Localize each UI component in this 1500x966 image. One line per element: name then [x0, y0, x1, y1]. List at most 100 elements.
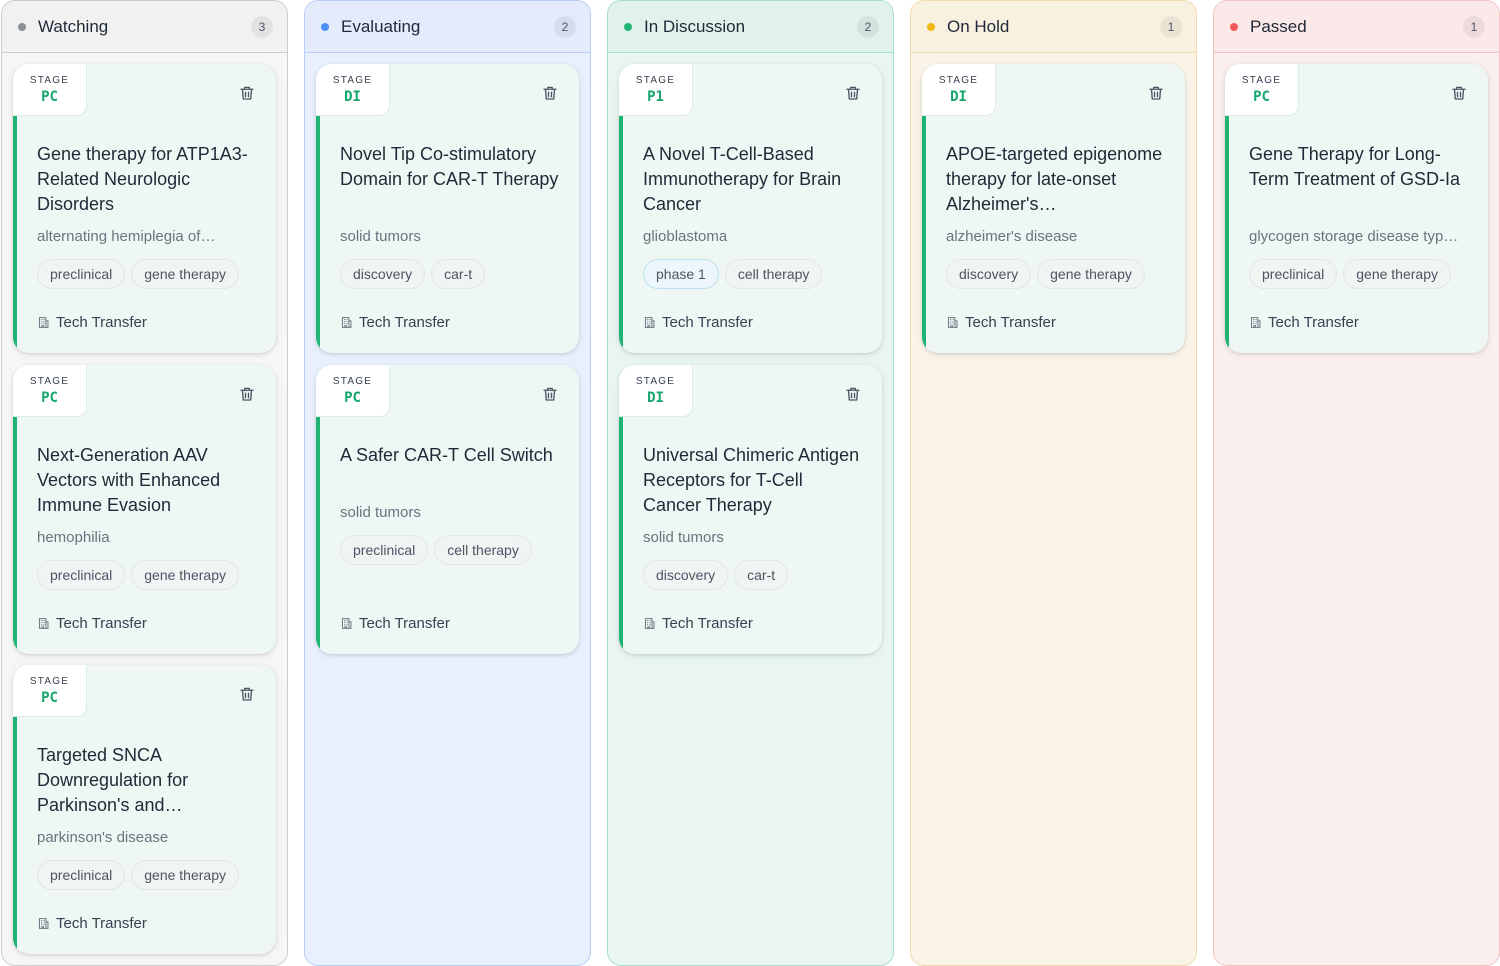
tag-list: discovery car-t: [643, 560, 789, 590]
card-title: Targeted SNCA Downregulation for Parkins…: [37, 745, 189, 815]
card-subtitle: solid tumors: [340, 504, 421, 521]
stage-value: PC: [41, 389, 58, 406]
stage-label: STAGE: [332, 74, 373, 86]
column-count-badge: 1: [1463, 15, 1485, 38]
tag-list: preclinical gene therapy: [37, 560, 239, 590]
tag-list: preclinical gene therapy: [37, 259, 239, 289]
building-icon: [643, 617, 656, 630]
card-accent-bar: [619, 116, 623, 353]
card-footer: Tech Transfer: [340, 615, 450, 632]
card-accent-bar: [316, 417, 320, 654]
tag-chip[interactable]: preclinical: [37, 259, 126, 289]
tag-chip[interactable]: discovery: [946, 259, 1032, 289]
card-subtitle: alternating hemiplegia of…: [37, 228, 216, 245]
card-footer: Tech Transfer: [946, 314, 1056, 331]
status-dot-icon: [18, 22, 26, 31]
card-accent-bar: [922, 116, 926, 353]
tag-chip[interactable]: cell therapy: [724, 259, 823, 289]
source-label: Tech Transfer: [662, 314, 753, 331]
tag-list: phase 1 cell therapy: [643, 259, 823, 289]
card-footer: Tech Transfer: [643, 615, 753, 632]
tag-chip[interactable]: preclinical: [340, 535, 429, 565]
card-footer: Tech Transfer: [340, 314, 450, 331]
tag-chip[interactable]: discovery: [643, 560, 729, 590]
column-header: In Discussion 2: [608, 1, 893, 53]
card-footer: Tech Transfer: [37, 314, 147, 331]
trash-icon[interactable]: [1450, 84, 1468, 102]
tag-chip[interactable]: cell therapy: [434, 535, 532, 565]
column-header: On Hold 1: [911, 1, 1196, 53]
card-subtitle: glioblastoma: [643, 228, 728, 245]
deal-card[interactable]: STAGE DI Novel Tip Co-stimulatory Domain f…: [316, 64, 579, 353]
source-label: Tech Transfer: [965, 314, 1056, 331]
trash-icon[interactable]: [238, 685, 256, 703]
tag-chip[interactable]: gene therapy: [131, 560, 239, 590]
tag-chip[interactable]: gene therapy: [1037, 259, 1145, 289]
stage-label: STAGE: [635, 375, 676, 387]
tag-chip[interactable]: preclinical: [37, 560, 126, 590]
deal-card[interactable]: STAGE PC Targeted SNCA Downregulation for …: [13, 665, 276, 954]
trash-icon[interactable]: [541, 385, 559, 403]
tag-list: discovery gene therapy: [946, 259, 1145, 289]
card-accent-bar: [13, 417, 17, 654]
card-accent-bar: [1225, 116, 1229, 353]
column-watching: Watching 3 STAGE PC Gene therapy for ATP1A3-…: [1, 0, 288, 966]
tag-chip[interactable]: preclinical: [1249, 259, 1338, 289]
tag-chip[interactable]: gene therapy: [1343, 259, 1451, 289]
stage-value: DI: [647, 389, 664, 406]
column-on-hold: On Hold 1 STAGE DI APOE-targeted epigenome t…: [910, 0, 1197, 966]
card-title: Gene Therapy for Long-Term Treatment of …: [1249, 144, 1461, 189]
card-footer: Tech Transfer: [1249, 314, 1359, 331]
tag-chip[interactable]: phase 1: [643, 259, 719, 289]
column-header: Watching 3: [2, 1, 287, 53]
stage-value: PC: [1253, 88, 1270, 105]
column-evaluating: Evaluating 2 STAGE DI Novel Tip Co-stimulato…: [304, 0, 591, 966]
card-subtitle: solid tumors: [643, 529, 724, 546]
trash-icon[interactable]: [1147, 84, 1165, 102]
deal-card[interactable]: STAGE PC Next-Generation AAV Vectors with …: [13, 365, 276, 654]
deal-card[interactable]: STAGE P1 A Novel T-Cell-Based Immunotherap…: [619, 64, 882, 353]
deal-card[interactable]: STAGE PC A Safer CAR-T Cell Switch solid tu…: [316, 365, 579, 654]
stage-label: STAGE: [29, 375, 70, 387]
stage-badge: STAGE PC: [1225, 64, 1299, 116]
card-subtitle: hemophilia: [37, 529, 110, 546]
tag-chip[interactable]: car-t: [431, 259, 486, 289]
deal-card[interactable]: STAGE PC Gene Therapy for Long-Term Treatm…: [1225, 64, 1488, 353]
stage-label: STAGE: [29, 74, 70, 86]
building-icon: [946, 316, 959, 329]
trash-icon[interactable]: [844, 385, 862, 403]
column-title: Evaluating: [341, 16, 421, 36]
card-footer: Tech Transfer: [37, 915, 147, 932]
tag-chip[interactable]: gene therapy: [131, 860, 239, 890]
tag-chip[interactable]: car-t: [734, 560, 789, 590]
trash-icon[interactable]: [238, 385, 256, 403]
card-title: APOE-targeted epigenome therapy for late…: [946, 144, 1163, 214]
card-accent-bar: [619, 417, 623, 654]
column-count-badge: 2: [857, 15, 879, 38]
card-title: Novel Tip Co-stimulatory Domain for CAR-…: [340, 144, 559, 189]
deal-card[interactable]: STAGE DI APOE-targeted epigenome therapy f…: [922, 64, 1185, 353]
tag-chip[interactable]: preclinical: [37, 860, 126, 890]
kanban-board: Watching 3 STAGE PC Gene therapy for ATP1A3-…: [0, 0, 1500, 966]
source-label: Tech Transfer: [662, 615, 753, 632]
stage-badge: STAGE DI: [316, 64, 390, 116]
stage-value: PC: [344, 389, 361, 406]
tag-chip[interactable]: gene therapy: [131, 259, 239, 289]
deal-card[interactable]: STAGE DI Universal Chimeric Antigen Recept…: [619, 365, 882, 654]
source-label: Tech Transfer: [56, 915, 147, 932]
stage-label: STAGE: [938, 74, 979, 86]
column-count-badge: 3: [251, 15, 273, 38]
tag-chip[interactable]: discovery: [340, 259, 426, 289]
stage-value: DI: [950, 88, 967, 105]
trash-icon[interactable]: [238, 84, 256, 102]
status-dot-icon: [1230, 22, 1238, 31]
column-title: Watching: [38, 16, 109, 36]
source-label: Tech Transfer: [359, 314, 450, 331]
card-title: A Safer CAR-T Cell Switch: [340, 445, 553, 465]
source-label: Tech Transfer: [1268, 314, 1359, 331]
trash-icon[interactable]: [541, 84, 559, 102]
card-subtitle: alzheimer's disease: [946, 228, 1078, 245]
deal-card[interactable]: STAGE PC Gene therapy for ATP1A3-Related N…: [13, 64, 276, 353]
column-passed: Passed 1 STAGE PC Gene Therapy for Long-Term…: [1213, 0, 1500, 966]
trash-icon[interactable]: [844, 84, 862, 102]
